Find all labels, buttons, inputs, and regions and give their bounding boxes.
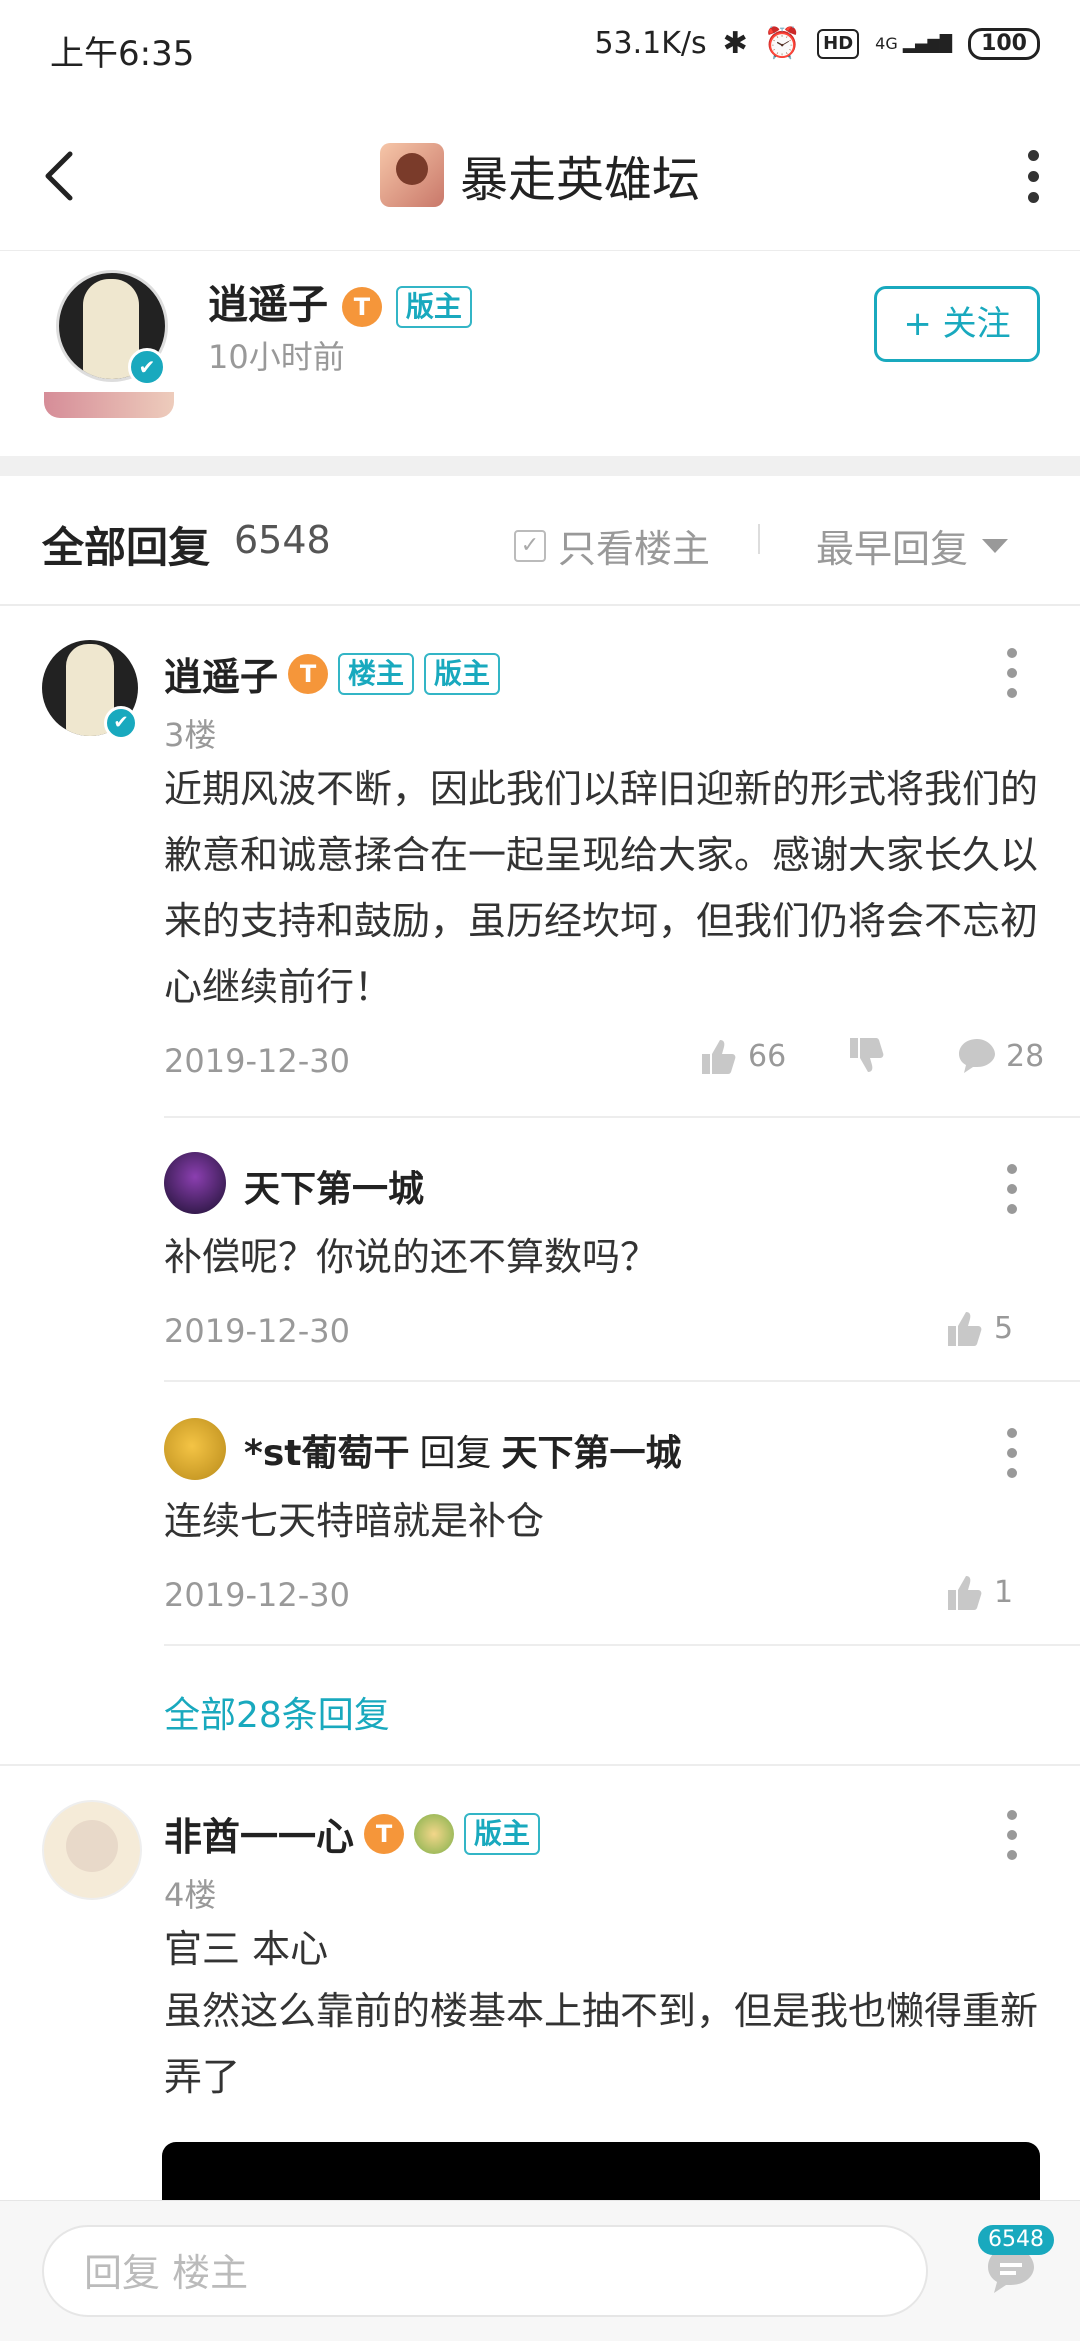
owner-tag: 楼主 xyxy=(338,652,415,695)
sort-order-label: 最早回复 xyxy=(816,527,969,571)
sub-reply-text: 连续七天特暗就是补仓 xyxy=(164,1499,545,1543)
character-badge-icon xyxy=(414,1813,455,1854)
replies-count: 6548 xyxy=(234,518,331,562)
status-indicators: 53.1K/s ✱ ⏰ HD 4G ▂▄▆█ 100 xyxy=(594,26,1040,61)
floor-number: 3楼 xyxy=(164,716,217,754)
sub-reply-more-button[interactable] xyxy=(1006,1164,1018,1214)
view-all-replies-link[interactable]: 全部28条回复 xyxy=(164,1686,390,1738)
sub-reply-text: 补偿呢？你说的还不算数吗？ xyxy=(164,1235,659,1279)
sub-like-button[interactable]: 5 xyxy=(944,1308,1013,1348)
post-date: 2019-12-30 xyxy=(164,1042,350,1080)
sub-reply-date: 2019-12-30 xyxy=(164,1576,350,1614)
post-body-line: 官三 本心 xyxy=(164,1927,329,1971)
post-author-header: ✔ 逍遥子 T 版主 10小时前 + 关注 xyxy=(0,252,1080,452)
battery-icon: 100 xyxy=(968,27,1040,60)
sub-reply-name-row[interactable]: *st葡萄干 回复 天下第一城 xyxy=(244,1424,682,1476)
dislike-button[interactable] xyxy=(846,1036,886,1080)
divider xyxy=(758,524,760,554)
reply-post: 非酋一一心 T 版主 4楼 官三 本心 虽然这么靠前的楼基本上抽不到，但是我也懒… xyxy=(0,1766,1080,2206)
sub-reply-avatar[interactable] xyxy=(164,1418,226,1480)
nav-title-group[interactable]: 暴走英雄坛 xyxy=(0,140,1080,210)
sub-like-count: 1 xyxy=(994,1574,1014,1610)
sub-reply: *st葡萄干 回复 天下第一城 连续七天特暗就是补仓 2019-12-30 1 xyxy=(164,1380,1080,1644)
sub-reply-name[interactable]: 天下第一城 xyxy=(244,1160,424,1212)
comment-button[interactable]: 28 xyxy=(956,1036,1044,1076)
post-more-button[interactable] xyxy=(1006,648,1018,698)
only-owner-toggle[interactable]: ✓ 只看楼主 xyxy=(514,518,710,573)
top-nav: 暴走英雄坛 xyxy=(0,110,1080,251)
sub-reply-date: 2019-12-30 xyxy=(164,1312,350,1350)
post-body: 虽然这么靠前的楼基本上抽不到，但是我也懒得重新弄了 xyxy=(164,1989,1039,2099)
post-name-row[interactable]: 逍遥子 T 楼主 版主 xyxy=(164,646,501,701)
forum-avatar xyxy=(379,143,444,207)
comment-count: 28 xyxy=(1006,1038,1045,1074)
post-avatar[interactable] xyxy=(42,1800,142,1900)
reply-word: 回复 xyxy=(419,1433,492,1474)
all-replies-label: 全部回复 xyxy=(42,523,211,572)
status-bar: 上午6:35 53.1K/s ✱ ⏰ HD 4G ▂▄▆█ 100 xyxy=(0,0,1080,96)
verified-icon: ✔ xyxy=(104,706,138,740)
section-gap xyxy=(0,456,1080,476)
level-badge-icon: T xyxy=(341,287,382,327)
sort-order-dropdown[interactable]: 最早回复 xyxy=(816,518,1009,573)
like-button[interactable]: 66 xyxy=(698,1036,786,1076)
divider xyxy=(164,1644,1080,1646)
thumbs-up-icon xyxy=(948,1312,982,1346)
status-time: 上午6:35 xyxy=(50,34,195,74)
author-name-row[interactable]: 逍遥子 T 版主 xyxy=(208,272,472,330)
signal-icon: 4G ▂▄▆█ xyxy=(875,33,953,53)
sub-reply-more-button[interactable] xyxy=(1006,1428,1018,1478)
sub-reply-avatar[interactable] xyxy=(164,1152,226,1214)
moderator-tag: 版主 xyxy=(464,1812,541,1855)
more-button[interactable] xyxy=(1026,150,1040,203)
comment-icon xyxy=(959,1039,995,1073)
hd-icon: HD xyxy=(817,28,860,59)
floor-number: 4楼 xyxy=(164,1876,217,1914)
moderator-tag: 版主 xyxy=(424,652,501,695)
like-count: 66 xyxy=(748,1038,787,1074)
checkbox-icon: ✓ xyxy=(514,529,546,562)
sub-reply-name: *st葡萄干 xyxy=(244,1433,410,1474)
post-user-name: 非酋一一心 xyxy=(164,1815,355,1859)
comment-count-badge: 6548 xyxy=(978,2225,1054,2255)
caret-down-icon xyxy=(982,538,1009,553)
bottom-reply-bar: 回复 楼主 6548 xyxy=(0,2200,1080,2341)
sub-reply: 天下第一城 补偿呢？你说的还不算数吗？ 2019-12-30 5 xyxy=(164,1116,1080,1380)
verified-icon: ✔ xyxy=(128,348,166,386)
follow-button[interactable]: + 关注 xyxy=(874,286,1040,362)
post-more-button[interactable] xyxy=(1006,1810,1018,1860)
sub-like-count: 5 xyxy=(994,1310,1014,1346)
post-name-row[interactable]: 非酋一一心 T 版主 xyxy=(164,1806,541,1861)
image-sliver xyxy=(44,392,174,418)
post-body: 近期风波不断，因此我们以辞旧迎新的形式将我们的歉意和诚意揉合在一起呈现给大家。感… xyxy=(164,767,1039,1009)
thumbs-down-icon xyxy=(850,1038,884,1072)
reply-post: ✔ 逍遥子 T 楼主 版主 3楼 近期风波不断，因此我们以辞旧迎新的形式将我们的… xyxy=(0,604,1080,1764)
moderator-tag: 版主 xyxy=(395,286,472,328)
network-speed: 53.1K/s xyxy=(594,26,707,61)
author-name: 逍遥子 xyxy=(208,282,328,328)
alarm-icon: ⏰ xyxy=(763,26,802,61)
level-badge-icon: T xyxy=(364,1813,405,1854)
only-owner-label: 只看楼主 xyxy=(558,527,711,571)
thumbs-up-icon xyxy=(702,1040,736,1074)
reply-target: 天下第一城 xyxy=(501,1433,682,1474)
replies-header: 全部回复 6548 ✓ 只看楼主 最早回复 xyxy=(0,476,1080,606)
thumbs-up-icon xyxy=(948,1576,982,1610)
sub-like-button[interactable]: 1 xyxy=(944,1572,1013,1612)
post-user-name: 逍遥子 xyxy=(164,655,279,699)
forum-title: 暴走英雄坛 xyxy=(459,152,700,208)
level-badge-icon: T xyxy=(288,653,329,694)
reply-input[interactable]: 回复 楼主 xyxy=(42,2225,928,2317)
embedded-video[interactable] xyxy=(162,2142,1040,2202)
bluetooth-icon: ✱ xyxy=(722,26,748,61)
author-post-time: 10小时前 xyxy=(208,338,345,376)
